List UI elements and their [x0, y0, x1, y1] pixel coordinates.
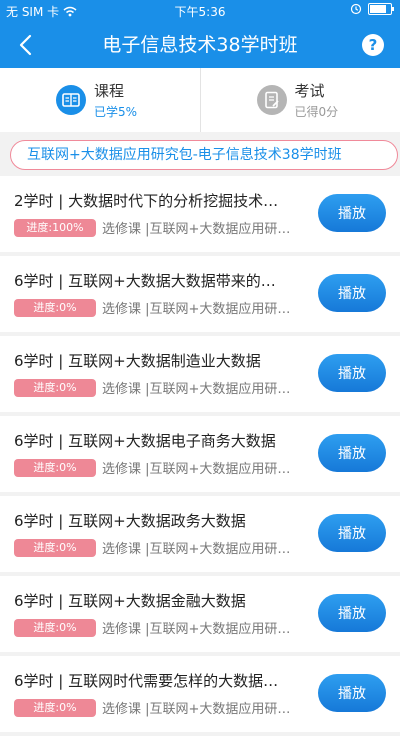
- tab-course-progress: 已学5%: [94, 103, 137, 120]
- course-meta: 选修课 |互联网+大数据应用研…: [102, 298, 312, 317]
- course-title: 2学时 | 大数据时代下的分析挖掘技术…: [14, 190, 310, 211]
- course-meta: 选修课 |互联网+大数据应用研…: [102, 458, 312, 477]
- tab-bar: 课程 已学5% 考试 已得0分: [0, 68, 400, 132]
- progress-badge: 进度:0%: [14, 699, 96, 717]
- course-title: 6学时 | 互联网+大数据电子商务大数据: [14, 430, 310, 451]
- course-list: 2学时 | 大数据时代下的分析挖掘技术… 进度:100% 选修课 |互联网+大数…: [0, 176, 400, 736]
- tab-exam-label: 考试: [295, 80, 339, 101]
- chevron-left-icon: [18, 34, 32, 56]
- help-button[interactable]: ?: [362, 34, 384, 56]
- help-icon: ?: [369, 36, 378, 54]
- package-banner: 互联网+大数据应用研究包-电子信息技术38学时班: [10, 140, 398, 170]
- course-title: 6学时 | 互联网+大数据大数据带来的…: [14, 270, 310, 291]
- course-meta: 选修课 |互联网+大数据应用研…: [102, 698, 312, 717]
- course-title: 6学时 | 互联网时代需要怎样的大数据…: [14, 670, 310, 691]
- progress-badge: 进度:0%: [14, 619, 96, 637]
- course-row[interactable]: 6学时 | 互联网时代需要怎样的大数据… 进度:0% 选修课 |互联网+大数据应…: [0, 656, 400, 732]
- course-title: 6学时 | 互联网+大数据金融大数据: [14, 590, 310, 611]
- course-row[interactable]: 6学时 | 互联网+大数据大数据带来的… 进度:0% 选修课 |互联网+大数据应…: [0, 256, 400, 332]
- status-right: [350, 3, 392, 15]
- play-button[interactable]: 播放: [318, 514, 386, 552]
- tab-course-text: 课程 已学5%: [94, 80, 137, 120]
- tab-course-label: 课程: [94, 80, 137, 101]
- progress-badge: 进度:0%: [14, 299, 96, 317]
- status-time: 下午5:36: [0, 3, 400, 20]
- back-button[interactable]: [10, 28, 40, 62]
- battery-level: [370, 5, 386, 13]
- exam-icon: [257, 85, 287, 115]
- battery-icon: [368, 3, 392, 15]
- course-row[interactable]: 2学时 | 大数据时代下的分析挖掘技术… 进度:100% 选修课 |互联网+大数…: [0, 176, 400, 252]
- play-button[interactable]: 播放: [318, 274, 386, 312]
- progress-badge: 进度:0%: [14, 539, 96, 557]
- tab-exam-score: 已得0分: [295, 103, 339, 120]
- progress-badge: 进度:0%: [14, 379, 96, 397]
- course-row[interactable]: 6学时 | 互联网+大数据政务大数据 进度:0% 选修课 |互联网+大数据应用研…: [0, 496, 400, 572]
- course-meta: 选修课 |互联网+大数据应用研…: [102, 538, 312, 557]
- course-title: 6学时 | 互联网+大数据政务大数据: [14, 510, 310, 531]
- progress-badge: 进度:100%: [14, 219, 96, 237]
- course-meta: 选修课 |互联网+大数据应用研…: [102, 218, 312, 237]
- play-button[interactable]: 播放: [318, 434, 386, 472]
- alarm-icon: [350, 3, 362, 15]
- tab-course[interactable]: 课程 已学5%: [0, 68, 200, 132]
- course-meta: 选修课 |互联网+大数据应用研…: [102, 618, 312, 637]
- course-row[interactable]: 6学时 | 互联网+大数据制造业大数据 进度:0% 选修课 |互联网+大数据应用…: [0, 336, 400, 412]
- play-button[interactable]: 播放: [318, 594, 386, 632]
- course-row[interactable]: 6学时 | 互联网+大数据金融大数据 进度:0% 选修课 |互联网+大数据应用研…: [0, 576, 400, 652]
- tab-exam[interactable]: 考试 已得0分: [200, 68, 400, 132]
- progress-badge: 进度:0%: [14, 459, 96, 477]
- course-title: 6学时 | 互联网+大数据制造业大数据: [14, 350, 310, 371]
- tab-exam-text: 考试 已得0分: [295, 80, 339, 120]
- play-button[interactable]: 播放: [318, 354, 386, 392]
- package-title: 互联网+大数据应用研究包-电子信息技术38学时班: [27, 147, 342, 163]
- status-bar: 无 SIM 卡 下午5:36: [0, 0, 400, 22]
- book-icon: [56, 85, 86, 115]
- play-button[interactable]: 播放: [318, 194, 386, 232]
- play-button[interactable]: 播放: [318, 674, 386, 712]
- page-title: 电子信息技术38学时班: [50, 22, 350, 68]
- nav-bar: 电子信息技术38学时班 ?: [0, 22, 400, 68]
- course-row[interactable]: 6学时 | 互联网+大数据电子商务大数据 进度:0% 选修课 |互联网+大数据应…: [0, 416, 400, 492]
- course-meta: 选修课 |互联网+大数据应用研…: [102, 378, 312, 397]
